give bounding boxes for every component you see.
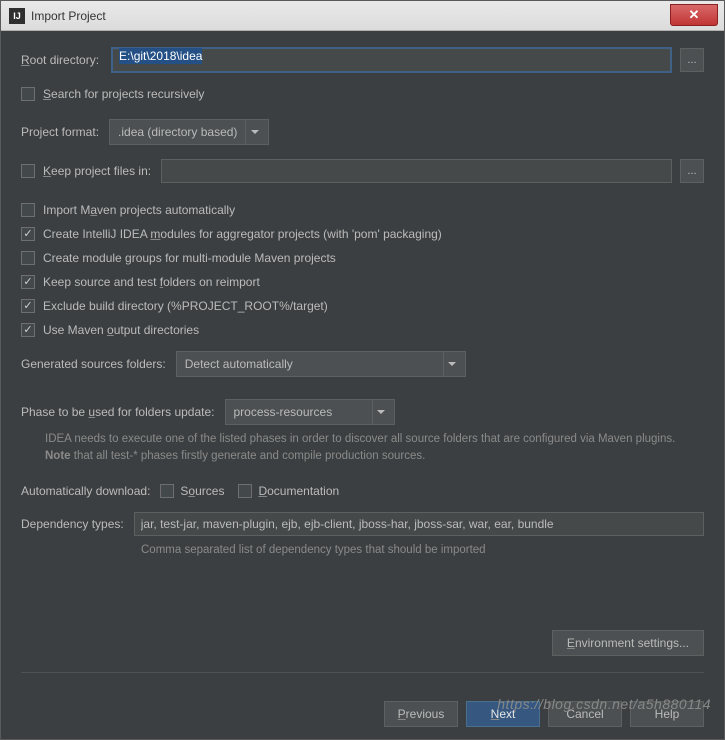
chevron-down-icon (443, 352, 461, 376)
dialog-content: Root directory: E:\git\2018\idea ... Sea… (1, 31, 724, 739)
keep-source-checkbox[interactable] (21, 275, 35, 289)
gen-sources-select[interactable]: Detect automatically (176, 351, 466, 377)
docs-label: Documentation (258, 484, 339, 498)
browse-keep-files-button[interactable]: ... (680, 159, 704, 183)
keep-files-label: Keep project files in: (43, 164, 151, 178)
project-format-row: Project format: .idea (directory based) (21, 119, 704, 145)
phase-row: Phase to be used for folders update: pro… (21, 399, 704, 425)
app-icon: IJ (9, 8, 25, 24)
cancel-button[interactable]: Cancel (548, 701, 622, 727)
import-project-dialog: IJ Import Project ✕ Root directory: E:\g… (0, 0, 725, 740)
sources-checkbox[interactable] (160, 484, 174, 498)
dep-types-input[interactable] (134, 512, 704, 536)
exclude-build-row[interactable]: Exclude build directory (%PROJECT_ROOT%/… (21, 299, 704, 313)
button-bar: Previous Next Cancel Help (21, 672, 704, 727)
keep-files-row: Keep project files in: ... (21, 159, 704, 183)
keep-files-checkbox[interactable] (21, 164, 35, 178)
close-button[interactable]: ✕ (670, 4, 718, 26)
create-groups-label: Create module groups for multi-module Ma… (43, 251, 336, 265)
root-directory-input[interactable]: E:\git\2018\idea (111, 47, 672, 73)
chevron-down-icon (245, 120, 263, 144)
search-recursively-checkbox[interactable] (21, 87, 35, 101)
keep-files-input[interactable] (161, 159, 672, 183)
root-directory-label: Root directory: (21, 53, 99, 67)
import-auto-checkbox[interactable] (21, 203, 35, 217)
sources-label: Sources (180, 484, 224, 498)
phase-hint: IDEA needs to execute one of the listed … (45, 431, 704, 466)
dep-types-row: Dependency types: (21, 512, 704, 536)
root-directory-row: Root directory: E:\git\2018\idea ... (21, 47, 704, 73)
auto-download-label: Automatically download: (21, 484, 150, 498)
keep-source-row[interactable]: Keep source and test folders on reimport (21, 275, 704, 289)
titlebar: IJ Import Project ✕ (1, 1, 724, 31)
project-format-select[interactable]: .idea (directory based) (109, 119, 269, 145)
create-modules-label: Create IntelliJ IDEA modules for aggrega… (43, 227, 442, 241)
env-settings-row: Environment settings... (21, 630, 704, 656)
exclude-build-label: Exclude build directory (%PROJECT_ROOT%/… (43, 299, 328, 313)
env-settings-button[interactable]: Environment settings... (552, 630, 704, 656)
dep-types-label: Dependency types: (21, 517, 124, 531)
create-groups-checkbox[interactable] (21, 251, 35, 265)
window-title: Import Project (31, 9, 670, 23)
import-auto-row[interactable]: Import Maven projects automatically (21, 203, 704, 217)
gen-sources-label: Generated sources folders: (21, 357, 166, 371)
dep-types-hint: Comma separated list of dependency types… (141, 542, 704, 559)
project-format-label: Project format: (21, 125, 99, 139)
auto-download-row: Automatically download: Sources Document… (21, 484, 704, 498)
docs-checkbox[interactable] (238, 484, 252, 498)
search-recursively-row[interactable]: Search for projects recursively (21, 87, 704, 101)
previous-button[interactable]: Previous (384, 701, 458, 727)
keep-source-label: Keep source and test folders on reimport (43, 275, 260, 289)
project-format-value: .idea (directory based) (118, 125, 237, 139)
create-modules-checkbox[interactable] (21, 227, 35, 241)
search-recursively-label: Search for projects recursively (43, 87, 204, 101)
use-maven-out-row[interactable]: Use Maven output directories (21, 323, 704, 337)
create-groups-row[interactable]: Create module groups for multi-module Ma… (21, 251, 704, 265)
create-modules-row[interactable]: Create IntelliJ IDEA modules for aggrega… (21, 227, 704, 241)
chevron-down-icon (372, 400, 390, 424)
browse-root-button[interactable]: ... (680, 48, 704, 72)
help-button[interactable]: Help (630, 701, 704, 727)
gen-sources-value: Detect automatically (185, 357, 435, 371)
phase-value: process-resources (234, 405, 364, 419)
use-maven-out-label: Use Maven output directories (43, 323, 199, 337)
next-button[interactable]: Next (466, 701, 540, 727)
exclude-build-checkbox[interactable] (21, 299, 35, 313)
phase-label: Phase to be used for folders update: (21, 405, 215, 419)
use-maven-out-checkbox[interactable] (21, 323, 35, 337)
gen-sources-row: Generated sources folders: Detect automa… (21, 351, 704, 377)
phase-select[interactable]: process-resources (225, 399, 395, 425)
import-auto-label: Import Maven projects automatically (43, 203, 235, 217)
close-icon: ✕ (689, 7, 700, 23)
